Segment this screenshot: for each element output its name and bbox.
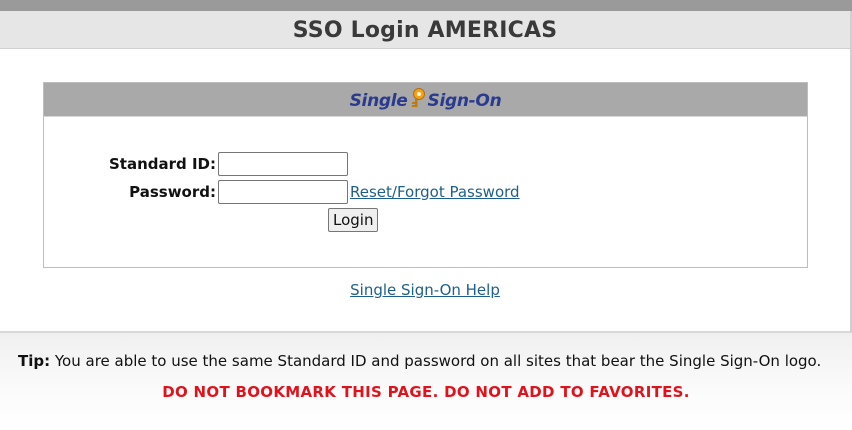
panel-header: Single Sign-On bbox=[44, 83, 807, 117]
logo-text-right: Sign-On bbox=[427, 90, 502, 111]
page-title: SSO Login AMERICAS bbox=[292, 18, 558, 43]
password-input[interactable] bbox=[218, 180, 348, 204]
sso-logo: Single Sign-On bbox=[350, 87, 502, 114]
standard-id-input[interactable] bbox=[218, 152, 348, 176]
logo-text-left: Single bbox=[349, 90, 408, 111]
help-link-container: Single Sign-On Help bbox=[0, 280, 850, 299]
password-label: Password: bbox=[129, 183, 216, 201]
main-area: Single Sign-On Standard ID: Password: Re… bbox=[0, 49, 852, 333]
title-bar: SSO Login AMERICAS bbox=[0, 11, 852, 49]
tip-text: Tip: You are able to use the same Standa… bbox=[18, 352, 821, 370]
bookmark-warning: DO NOT BOOKMARK THIS PAGE. DO NOT ADD TO… bbox=[162, 383, 690, 401]
footer: Tip: You are able to use the same Standa… bbox=[0, 333, 852, 430]
reset-password-link[interactable]: Reset/Forgot Password bbox=[350, 183, 520, 201]
standard-id-label: Standard ID: bbox=[108, 155, 216, 173]
sso-help-link[interactable]: Single Sign-On Help bbox=[350, 281, 500, 299]
top-strip bbox=[0, 0, 852, 11]
login-button[interactable]: Login bbox=[328, 208, 379, 232]
key-icon bbox=[408, 87, 428, 114]
tip-message: You are able to use the same Standard ID… bbox=[50, 352, 822, 370]
tip-label: Tip: bbox=[18, 352, 51, 370]
password-row: Password: Reset/Forgot Password bbox=[56, 180, 520, 204]
standard-id-row: Standard ID: bbox=[56, 152, 348, 176]
login-panel: Single Sign-On Standard ID: Password: Re… bbox=[43, 82, 808, 268]
